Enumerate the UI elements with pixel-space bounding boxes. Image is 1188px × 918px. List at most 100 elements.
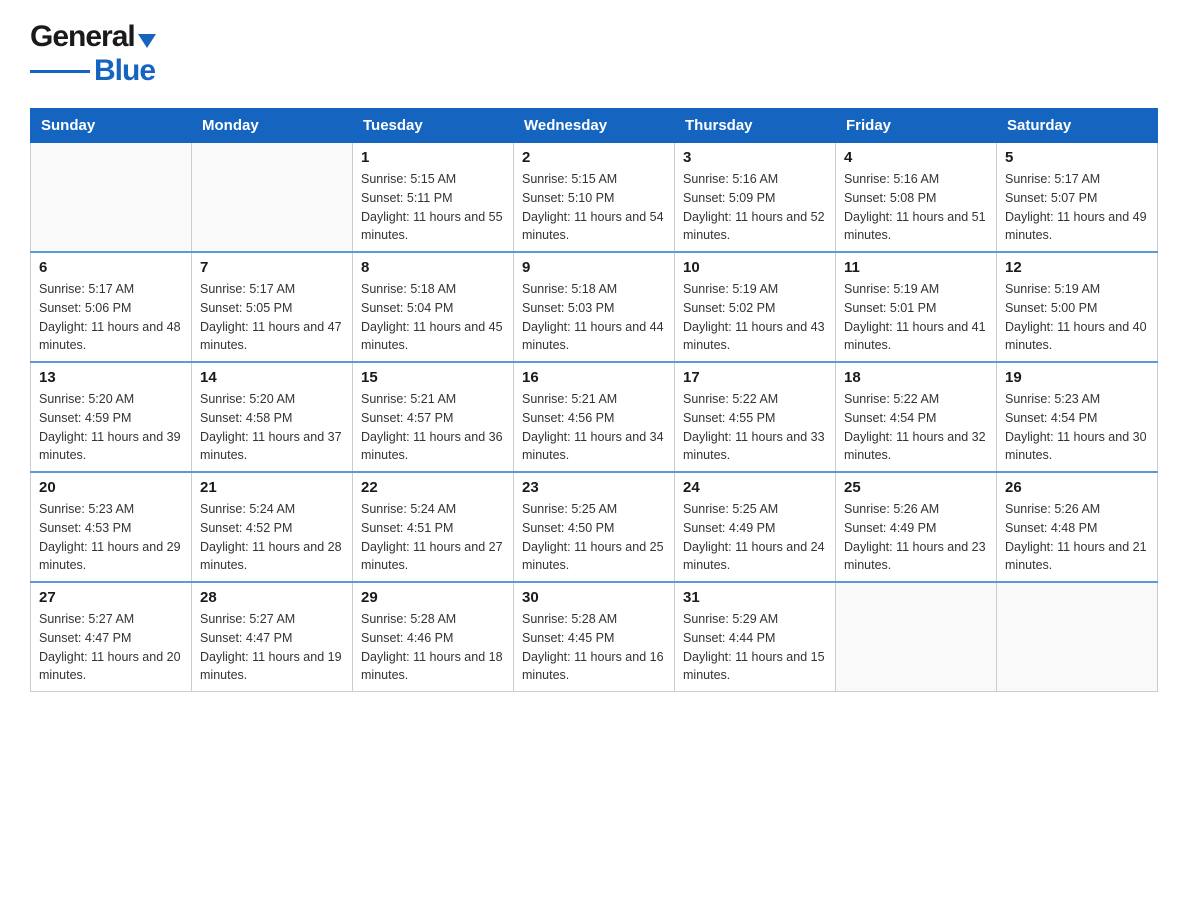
calendar-week-row: 20Sunrise: 5:23 AMSunset: 4:53 PMDayligh… — [31, 472, 1158, 582]
calendar-cell — [997, 582, 1158, 692]
day-info: Sunrise: 5:25 AMSunset: 4:49 PMDaylight:… — [683, 500, 827, 575]
day-info: Sunrise: 5:18 AMSunset: 5:03 PMDaylight:… — [522, 280, 666, 355]
logo: General Blue — [30, 20, 156, 88]
day-number: 31 — [683, 589, 827, 606]
day-info: Sunrise: 5:18 AMSunset: 5:04 PMDaylight:… — [361, 280, 505, 355]
day-info: Sunrise: 5:29 AMSunset: 4:44 PMDaylight:… — [683, 610, 827, 685]
day-info: Sunrise: 5:19 AMSunset: 5:00 PMDaylight:… — [1005, 280, 1149, 355]
calendar-cell — [31, 143, 192, 253]
calendar-cell: 10 Sunrise: 5:19 AMSunset: 5:02 PMDayligh… — [675, 252, 836, 362]
calendar-week-row: 27 Sunrise: 5:27 AMSunset: 4:47 PMDayligh… — [31, 582, 1158, 692]
day-info: Sunrise: 5:21 AMSunset: 4:56 PMDaylight:… — [522, 390, 666, 465]
calendar-cell: 12 Sunrise: 5:19 AMSunset: 5:00 PMDayligh… — [997, 252, 1158, 362]
weekday-header: Sunday — [31, 109, 192, 143]
calendar-cell: 22Sunrise: 5:24 AMSunset: 4:51 PMDayligh… — [353, 472, 514, 582]
day-info: Sunrise: 5:24 AMSunset: 4:52 PMDaylight:… — [200, 500, 344, 575]
day-number: 12 — [1005, 259, 1149, 276]
day-info: Sunrise: 5:28 AMSunset: 4:45 PMDaylight:… — [522, 610, 666, 685]
day-number: 11 — [844, 259, 988, 276]
logo-line — [30, 70, 90, 73]
weekday-header: Friday — [836, 109, 997, 143]
logo-triangle-icon — [138, 34, 156, 48]
logo-blue-text: Blue — [94, 54, 155, 88]
calendar-cell: 27 Sunrise: 5:27 AMSunset: 4:47 PMDayligh… — [31, 582, 192, 692]
calendar-cell: 29 Sunrise: 5:28 AMSunset: 4:46 PMDayligh… — [353, 582, 514, 692]
day-number: 6 — [39, 259, 183, 276]
day-number: 1 — [361, 149, 505, 166]
calendar-cell: 23 Sunrise: 5:25 AMSunset: 4:50 PMDayligh… — [514, 472, 675, 582]
day-number: 2 — [522, 149, 666, 166]
weekday-header: Wednesday — [514, 109, 675, 143]
day-number: 16 — [522, 369, 666, 386]
day-info: Sunrise: 5:17 AMSunset: 5:06 PMDaylight:… — [39, 280, 183, 355]
calendar-cell: 5 Sunrise: 5:17 AMSunset: 5:07 PMDaylight… — [997, 143, 1158, 253]
calendar-cell: 13 Sunrise: 5:20 AMSunset: 4:59 PMDayligh… — [31, 362, 192, 472]
day-info: Sunrise: 5:19 AMSunset: 5:01 PMDaylight:… — [844, 280, 988, 355]
day-info: Sunrise: 5:22 AMSunset: 4:55 PMDaylight:… — [683, 390, 827, 465]
day-info: Sunrise: 5:25 AMSunset: 4:50 PMDaylight:… — [522, 500, 666, 575]
day-number: 13 — [39, 369, 183, 386]
day-number: 20 — [39, 479, 183, 496]
day-info: Sunrise: 5:17 AMSunset: 5:07 PMDaylight:… — [1005, 170, 1149, 245]
day-number: 15 — [361, 369, 505, 386]
calendar-cell: 16 Sunrise: 5:21 AMSunset: 4:56 PMDayligh… — [514, 362, 675, 472]
day-info: Sunrise: 5:15 AMSunset: 5:11 PMDaylight:… — [361, 170, 505, 245]
calendar-cell: 30 Sunrise: 5:28 AMSunset: 4:45 PMDayligh… — [514, 582, 675, 692]
calendar-week-row: 13 Sunrise: 5:20 AMSunset: 4:59 PMDayligh… — [31, 362, 1158, 472]
calendar-cell: 18 Sunrise: 5:22 AMSunset: 4:54 PMDayligh… — [836, 362, 997, 472]
day-number: 28 — [200, 589, 344, 606]
day-number: 3 — [683, 149, 827, 166]
day-info: Sunrise: 5:28 AMSunset: 4:46 PMDaylight:… — [361, 610, 505, 685]
calendar-cell: 31 Sunrise: 5:29 AMSunset: 4:44 PMDayligh… — [675, 582, 836, 692]
calendar-cell — [192, 143, 353, 253]
calendar-table: SundayMondayTuesdayWednesdayThursdayFrid… — [30, 108, 1158, 692]
calendar-cell: 4Sunrise: 5:16 AMSunset: 5:08 PMDaylight… — [836, 143, 997, 253]
day-number: 5 — [1005, 149, 1149, 166]
day-number: 29 — [361, 589, 505, 606]
day-number: 27 — [39, 589, 183, 606]
day-number: 14 — [200, 369, 344, 386]
calendar-cell: 11 Sunrise: 5:19 AMSunset: 5:01 PMDayligh… — [836, 252, 997, 362]
day-info: Sunrise: 5:24 AMSunset: 4:51 PMDaylight:… — [361, 500, 505, 575]
day-number: 7 — [200, 259, 344, 276]
day-number: 23 — [522, 479, 666, 496]
weekday-header: Tuesday — [353, 109, 514, 143]
weekday-header: Thursday — [675, 109, 836, 143]
day-info: Sunrise: 5:27 AMSunset: 4:47 PMDaylight:… — [200, 610, 344, 685]
calendar-cell: 1 Sunrise: 5:15 AMSunset: 5:11 PMDaylight… — [353, 143, 514, 253]
day-info: Sunrise: 5:26 AMSunset: 4:49 PMDaylight:… — [844, 500, 988, 575]
calendar-cell: 28 Sunrise: 5:27 AMSunset: 4:47 PMDayligh… — [192, 582, 353, 692]
day-number: 25 — [844, 479, 988, 496]
day-number: 21 — [200, 479, 344, 496]
calendar-cell: 25 Sunrise: 5:26 AMSunset: 4:49 PMDayligh… — [836, 472, 997, 582]
calendar-cell: 26Sunrise: 5:26 AMSunset: 4:48 PMDayligh… — [997, 472, 1158, 582]
calendar-cell: 24Sunrise: 5:25 AMSunset: 4:49 PMDayligh… — [675, 472, 836, 582]
day-number: 30 — [522, 589, 666, 606]
calendar-cell: 19 Sunrise: 5:23 AMSunset: 4:54 PMDayligh… — [997, 362, 1158, 472]
day-info: Sunrise: 5:20 AMSunset: 4:59 PMDaylight:… — [39, 390, 183, 465]
day-info: Sunrise: 5:20 AMSunset: 4:58 PMDaylight:… — [200, 390, 344, 465]
calendar-cell: 14 Sunrise: 5:20 AMSunset: 4:58 PMDayligh… — [192, 362, 353, 472]
weekday-header: Monday — [192, 109, 353, 143]
day-info: Sunrise: 5:27 AMSunset: 4:47 PMDaylight:… — [39, 610, 183, 685]
calendar-cell: 8 Sunrise: 5:18 AMSunset: 5:04 PMDaylight… — [353, 252, 514, 362]
day-number: 18 — [844, 369, 988, 386]
calendar-cell: 7 Sunrise: 5:17 AMSunset: 5:05 PMDaylight… — [192, 252, 353, 362]
day-number: 9 — [522, 259, 666, 276]
calendar-cell: 9 Sunrise: 5:18 AMSunset: 5:03 PMDaylight… — [514, 252, 675, 362]
day-info: Sunrise: 5:23 AMSunset: 4:54 PMDaylight:… — [1005, 390, 1149, 465]
day-info: Sunrise: 5:26 AMSunset: 4:48 PMDaylight:… — [1005, 500, 1149, 575]
calendar-cell: 20Sunrise: 5:23 AMSunset: 4:53 PMDayligh… — [31, 472, 192, 582]
day-info: Sunrise: 5:17 AMSunset: 5:05 PMDaylight:… — [200, 280, 344, 355]
day-number: 17 — [683, 369, 827, 386]
calendar-cell: 2Sunrise: 5:15 AMSunset: 5:10 PMDaylight… — [514, 143, 675, 253]
day-info: Sunrise: 5:19 AMSunset: 5:02 PMDaylight:… — [683, 280, 827, 355]
calendar-cell: 6 Sunrise: 5:17 AMSunset: 5:06 PMDaylight… — [31, 252, 192, 362]
calendar-cell: 15Sunrise: 5:21 AMSunset: 4:57 PMDayligh… — [353, 362, 514, 472]
day-number: 10 — [683, 259, 827, 276]
day-number: 19 — [1005, 369, 1149, 386]
calendar-header-row: SundayMondayTuesdayWednesdayThursdayFrid… — [31, 109, 1158, 143]
calendar-cell — [836, 582, 997, 692]
day-info: Sunrise: 5:22 AMSunset: 4:54 PMDaylight:… — [844, 390, 988, 465]
day-number: 8 — [361, 259, 505, 276]
